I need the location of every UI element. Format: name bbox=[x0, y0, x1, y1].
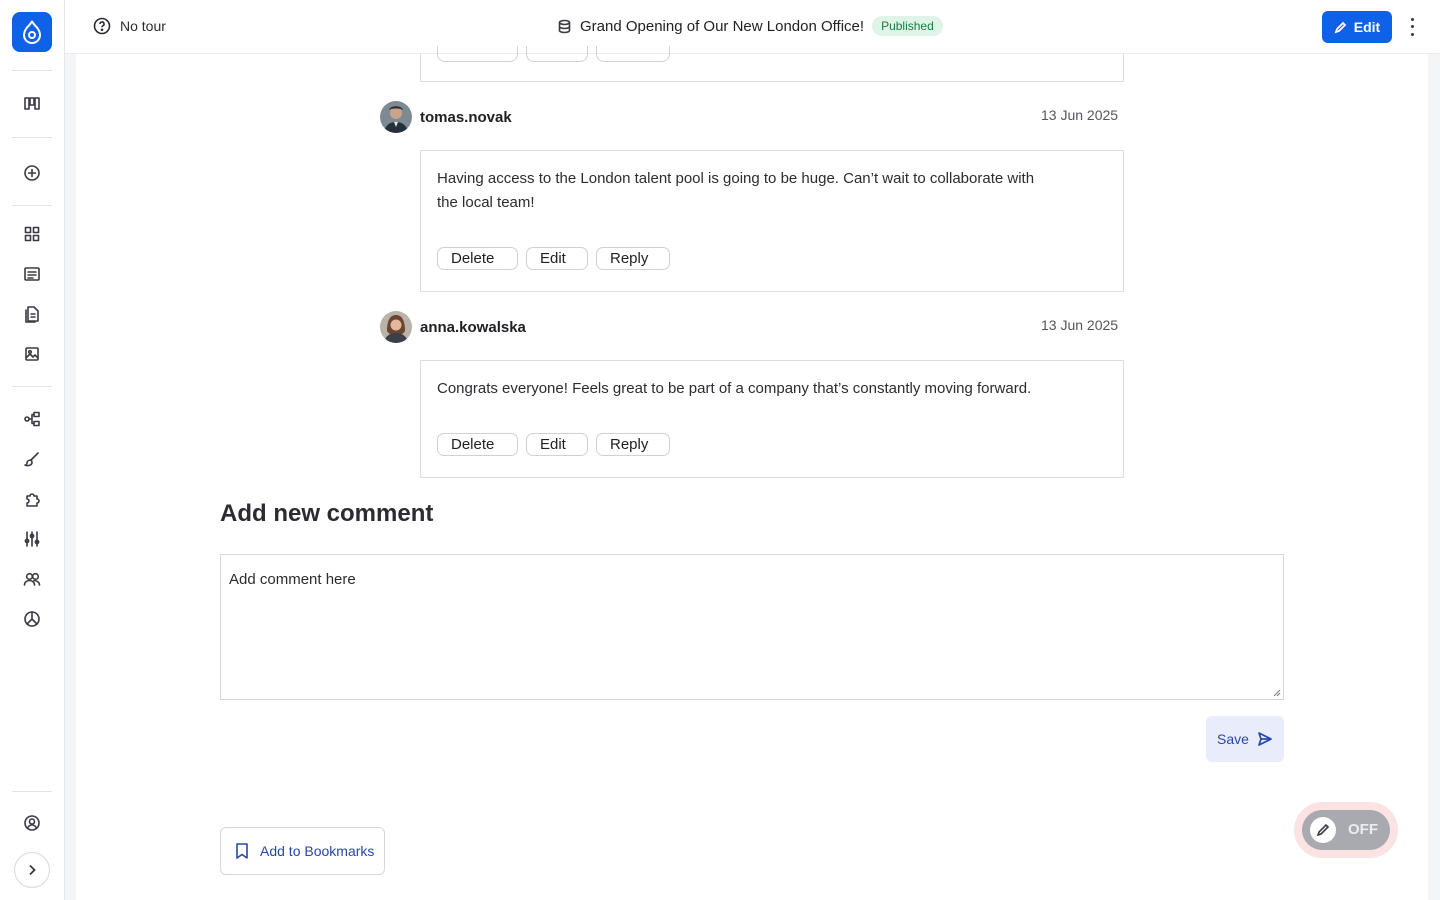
comment-date: 13 Jun 2025 bbox=[1041, 317, 1119, 333]
expand-sidebar-button[interactable] bbox=[14, 852, 50, 888]
add-comment-heading: Add new comment bbox=[220, 500, 434, 527]
reports-chart-icon[interactable] bbox=[20, 607, 44, 631]
send-icon bbox=[1258, 732, 1272, 746]
status-badge: Published bbox=[872, 16, 943, 36]
comment-text: Congrats everyone! Feels great to be par… bbox=[437, 380, 1032, 397]
sidebar-divider bbox=[12, 205, 52, 206]
resize-handle-icon[interactable] bbox=[1273, 689, 1281, 697]
toggle-knob bbox=[1310, 817, 1336, 843]
save-comment-button[interactable]: Save bbox=[1206, 716, 1284, 762]
delete-comment-button[interactable]: Delete bbox=[437, 247, 518, 270]
avatar[interactable] bbox=[380, 101, 412, 133]
dashboard-board-icon[interactable] bbox=[20, 92, 44, 116]
comment-author[interactable]: tomas.novak bbox=[420, 109, 512, 126]
comment-author[interactable]: anna.kowalska bbox=[420, 319, 526, 336]
comment-actions: Delete Edit Reply bbox=[437, 433, 670, 456]
top-bar: No tour Grand Opening of Our New London … bbox=[65, 0, 1440, 54]
comment-actions: Delete Edit Reply bbox=[437, 247, 670, 270]
delete-comment-button[interactable]: Delete bbox=[437, 433, 518, 456]
bookmark-icon bbox=[236, 843, 248, 859]
more-options-icon[interactable] bbox=[1405, 16, 1419, 38]
edit-button[interactable]: Edit bbox=[1322, 11, 1392, 43]
previous-comment-box bbox=[420, 46, 1124, 82]
comment-text-line: Having access to the London talent pool … bbox=[437, 170, 1035, 187]
comment-date: 13 Jun 2025 bbox=[1041, 107, 1119, 123]
pencil-icon bbox=[1316, 823, 1330, 837]
add-content-icon[interactable] bbox=[20, 161, 44, 185]
sidebar-divider bbox=[12, 386, 52, 387]
database-icon bbox=[558, 19, 571, 33]
user-account-icon[interactable] bbox=[20, 811, 44, 835]
grid-icon[interactable] bbox=[20, 222, 44, 246]
comment-text: Having access to the London talent pool … bbox=[437, 167, 1034, 215]
people-icon[interactable] bbox=[20, 567, 44, 591]
previous-edit-button[interactable] bbox=[526, 46, 588, 62]
page-title: Grand Opening of Our New London Office! bbox=[580, 17, 865, 35]
edit-comment-button[interactable]: Edit bbox=[526, 433, 588, 456]
previous-delete-button[interactable] bbox=[437, 46, 518, 62]
sidebar-divider bbox=[12, 70, 52, 71]
reply-comment-button[interactable]: Reply bbox=[596, 433, 670, 456]
reply-comment-button[interactable]: Reply bbox=[596, 247, 670, 270]
comment-box: Having access to the London talent pool … bbox=[420, 150, 1124, 292]
pencil-icon bbox=[1334, 21, 1347, 33]
configuration-sliders-icon[interactable] bbox=[20, 527, 44, 551]
comment-box: Congrats everyone! Feels great to be par… bbox=[420, 360, 1124, 478]
comment-header: anna.kowalska bbox=[380, 311, 526, 343]
add-to-bookmarks-button[interactable]: Add to Bookmarks bbox=[220, 827, 385, 875]
avatar[interactable] bbox=[380, 311, 412, 343]
extend-puzzle-icon[interactable] bbox=[20, 487, 44, 511]
comment-text-line: the local team! bbox=[437, 194, 535, 211]
content-gutter-left bbox=[65, 54, 76, 900]
content-gutter-right bbox=[1428, 54, 1440, 900]
content-list-icon[interactable] bbox=[20, 262, 44, 286]
sidebar bbox=[0, 0, 65, 900]
sidebar-divider bbox=[12, 137, 52, 138]
drupal-logo-icon[interactable] bbox=[12, 12, 52, 52]
document-icon[interactable] bbox=[20, 302, 44, 326]
chevron-right-icon bbox=[29, 864, 36, 876]
bookmark-label: Add to Bookmarks bbox=[260, 843, 375, 859]
structure-icon[interactable] bbox=[20, 407, 44, 431]
comment-textarea[interactable]: Add comment here bbox=[220, 554, 1284, 700]
page-title-area: Grand Opening of Our New London Office! … bbox=[557, 16, 943, 36]
appearance-brush-icon[interactable] bbox=[20, 447, 44, 471]
sidebar-divider bbox=[12, 791, 52, 792]
edit-comment-button[interactable]: Edit bbox=[526, 247, 588, 270]
media-image-icon[interactable] bbox=[20, 342, 44, 366]
save-button-label: Save bbox=[1217, 731, 1249, 747]
help-circle-icon bbox=[93, 17, 111, 35]
tour-label: No tour bbox=[120, 18, 166, 34]
tour-button[interactable]: No tour bbox=[93, 17, 166, 35]
edit-mode-toggle[interactable]: OFF bbox=[1302, 810, 1390, 850]
previous-reply-button[interactable] bbox=[596, 46, 670, 62]
toggle-state-label: OFF bbox=[1348, 821, 1378, 838]
comment-header: tomas.novak bbox=[380, 101, 512, 133]
edit-button-label: Edit bbox=[1353, 19, 1381, 35]
